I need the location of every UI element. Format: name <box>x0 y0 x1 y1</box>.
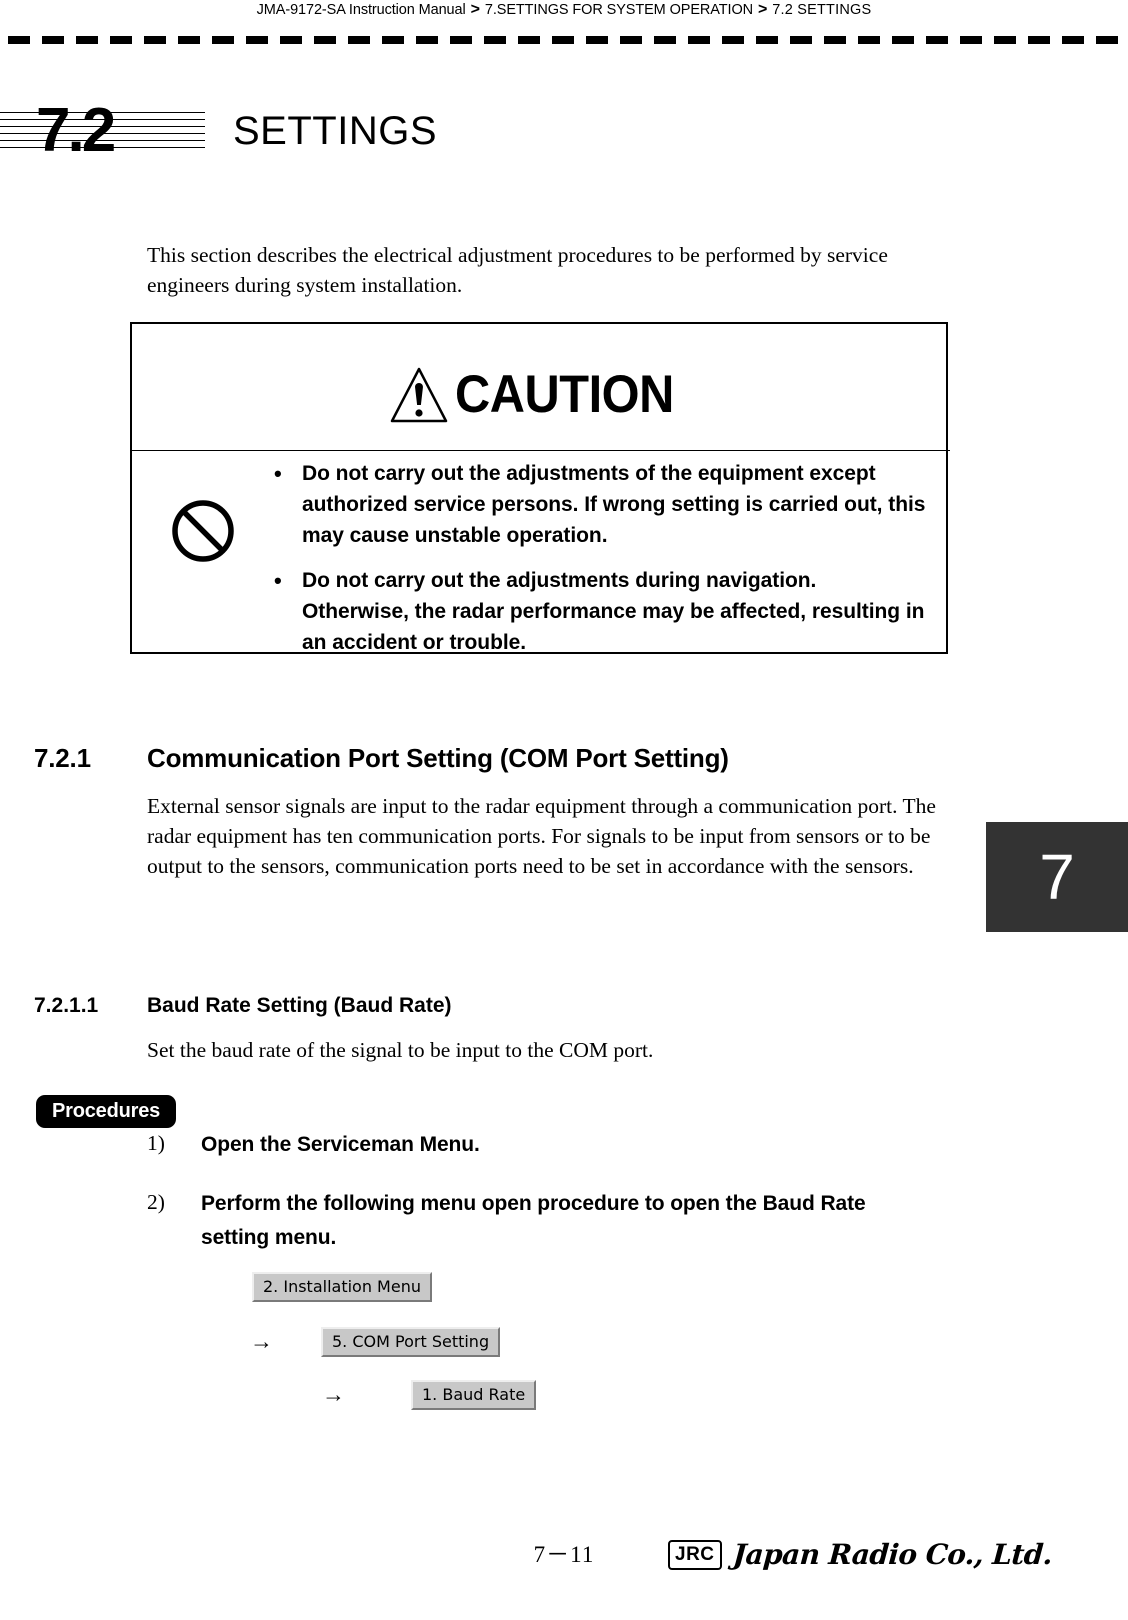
section-7211-body: Set the baud rate of the signal to be in… <box>147 1038 654 1062</box>
step-text: Perform the following menu open procedur… <box>201 1192 866 1249</box>
menu-path-row-1: 2. Installation Menu <box>252 1272 432 1302</box>
menu-path-row-3: → 1. Baud Rate <box>322 1380 537 1410</box>
breadcrumb-separator: > <box>470 1 480 18</box>
jrc-logo-mark: JRC <box>668 1540 722 1570</box>
procedure-step: 2) Perform the following menu open proce… <box>147 1187 937 1255</box>
warning-triangle-icon <box>390 367 448 423</box>
caution-header: CAUTION <box>132 356 950 434</box>
caution-bullet-item: • Do not carry out the adjustments of th… <box>274 458 928 551</box>
breadcrumb-item-chapter: 7.SETTINGS FOR SYSTEM OPERATION <box>484 2 753 18</box>
section-number-721: 7.2.1 <box>34 743 91 773</box>
caution-bullet-text: Do not carry out the adjustments of the … <box>302 462 926 547</box>
step-number: 1) <box>147 1131 165 1155</box>
menu-path-arrow-icon: → <box>250 1329 273 1354</box>
caution-body: • Do not carry out the adjustments of th… <box>132 450 950 654</box>
caution-title: CAUTION <box>455 365 674 424</box>
menu-path-row-2: → 5. COM Port Setting <box>250 1327 501 1357</box>
menu-button-installation-menu[interactable]: 2. Installation Menu <box>252 1272 432 1302</box>
chapter-number: 7.2 <box>36 96 116 165</box>
menu-button-baud-rate[interactable]: 1. Baud Rate <box>411 1380 537 1410</box>
page-title: SETTINGS <box>233 109 438 153</box>
company-name: Japan Radio Co., Ltd. <box>731 1538 1053 1571</box>
procedure-step: 1) Open the Serviceman Menu. <box>147 1128 937 1162</box>
caution-bullet-item: • Do not carry out the adjustments durin… <box>274 565 928 658</box>
breadcrumb-separator: > <box>758 1 768 18</box>
section-heading-7211: 7.2.1.1 Baud Rate Setting (Baud Rate) <box>34 992 984 1020</box>
section-721-body: External sensor signals are input to the… <box>147 794 936 878</box>
header-dashed-rule <box>8 36 1118 44</box>
caution-box: CAUTION • Do not carry out the adjustmen… <box>130 322 950 654</box>
running-header: JMA-9172-SA Instruction Manual > 7.SETTI… <box>0 0 1128 20</box>
menu-path-arrow-icon: → <box>322 1382 345 1407</box>
bullet-marker: • <box>274 568 282 593</box>
company-logo: JRC Japan Radio Co., Ltd. <box>668 1538 1053 1571</box>
caution-bullet-text: Do not carry out the adjustments during … <box>302 569 925 654</box>
prohibition-icon-wrap <box>132 450 274 564</box>
prohibition-icon <box>172 500 234 562</box>
chapter-side-tab: 7 <box>986 822 1128 932</box>
procedures-badge: Procedures <box>36 1095 177 1128</box>
step-number: 2) <box>147 1190 165 1214</box>
breadcrumb-item-section: 7.2 SETTINGS <box>772 2 872 18</box>
section-title-721: Communication Port Setting (COM Port Set… <box>147 743 729 773</box>
menu-button-com-port-setting[interactable]: 5. COM Port Setting <box>321 1327 501 1357</box>
section-heading-721: 7.2.1 Communication Port Setting (COM Por… <box>34 742 984 774</box>
bullet-marker: • <box>274 461 282 486</box>
caution-bullet-list: • Do not carry out the adjustments of th… <box>274 450 950 672</box>
step-text: Open the Serviceman Menu. <box>201 1133 480 1156</box>
chapter-heading: 7.2 SETTINGS <box>0 96 1128 166</box>
intro-paragraph: This section describes the electrical ad… <box>147 243 888 297</box>
section-title-7211: Baud Rate Setting (Baud Rate) <box>147 994 452 1017</box>
section-number-7211: 7.2.1.1 <box>34 994 99 1017</box>
breadcrumb-item-manual: JMA-9172-SA Instruction Manual <box>256 2 466 18</box>
